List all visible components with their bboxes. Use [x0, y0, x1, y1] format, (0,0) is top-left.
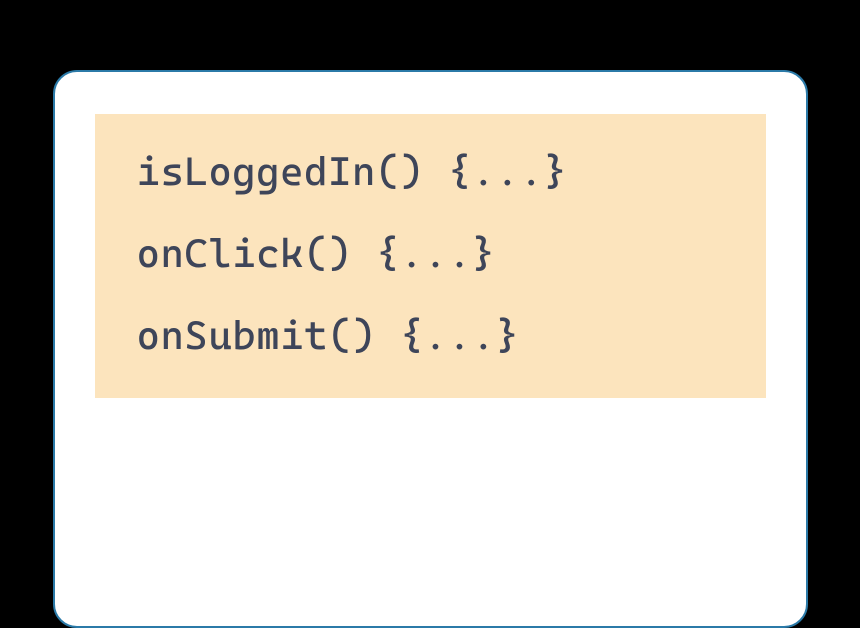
code-card: isLoggedIn() {...} onClick() {...} onSub… — [53, 70, 808, 628]
code-line: isLoggedIn() {...} — [137, 152, 724, 192]
code-line: onClick() {...} — [137, 234, 724, 274]
code-block: isLoggedIn() {...} onClick() {...} onSub… — [95, 114, 766, 398]
code-line: onSubmit() {...} — [137, 316, 724, 356]
